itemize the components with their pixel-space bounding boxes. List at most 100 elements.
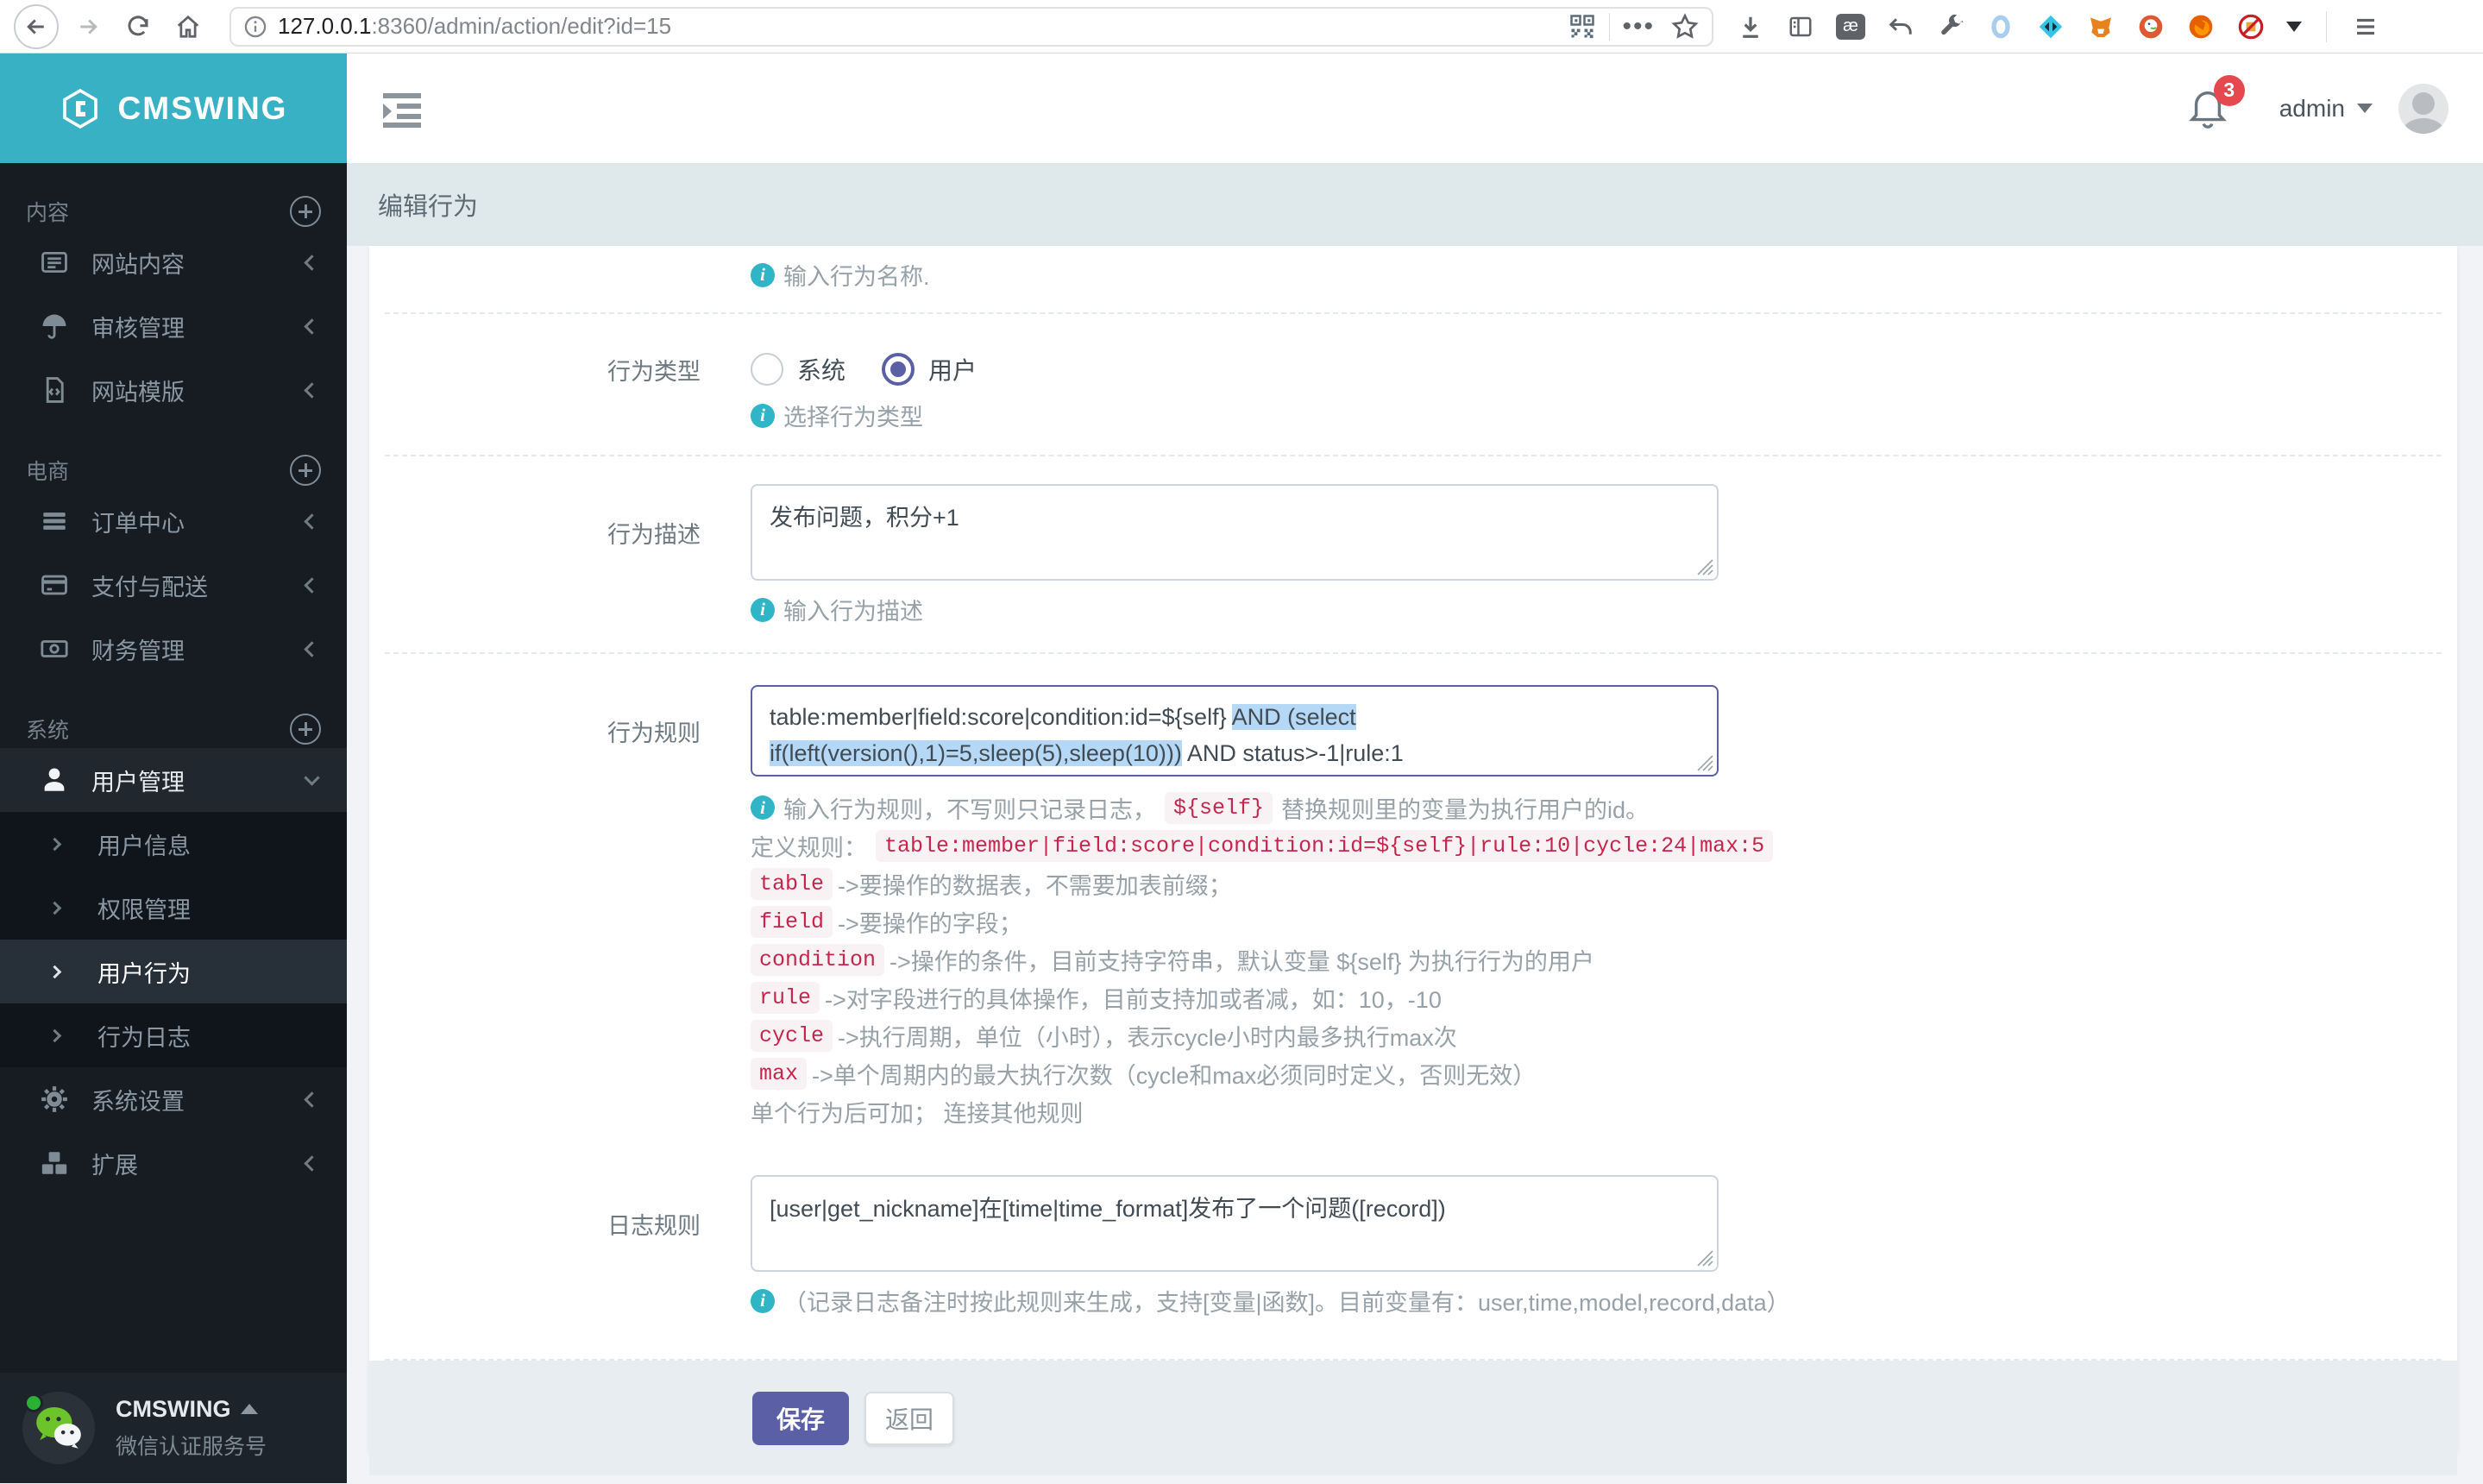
sidebar-subitem-action-logs[interactable]: 行为日志 <box>0 1003 347 1067</box>
page-title: 编辑行为 <box>378 193 479 221</box>
rule-help-line: rule ->对字段进行的具体操作，目前支持加或者减，如：10，-10 <box>751 980 2457 1015</box>
selected-text: AND (select <box>1231 704 1356 730</box>
desc-textarea[interactable]: 发布问题，积分+1 <box>751 484 1719 581</box>
rule-textarea[interactable]: table:member|field:score|condition:id=${… <box>751 685 1719 777</box>
info-icon: i <box>751 597 775 622</box>
log-label: 日志规则 <box>607 1212 701 1239</box>
sidebar-subitem-label: 行为日志 <box>97 1024 191 1051</box>
brand-logo-icon <box>62 88 97 129</box>
sidebar-item-finance[interactable]: 财务管理 <box>0 617 347 681</box>
back-button[interactable] <box>14 3 59 49</box>
duckduckgo-extension-icon[interactable] <box>2136 12 2166 41</box>
wrench-icon[interactable] <box>1936 12 1965 41</box>
qr-code-icon[interactable] <box>1568 12 1597 41</box>
browser-menu-icon[interactable] <box>2351 12 2380 41</box>
sidebar-item-system-settings[interactable]: 系统设置 <box>0 1067 347 1131</box>
section-add-icon[interactable] <box>290 455 321 486</box>
toolbar-separator <box>2326 10 2327 42</box>
sidebar-item-orders[interactable]: 订单中心 <box>0 489 347 553</box>
chevron-right-icon <box>47 901 62 915</box>
sidebar-nav: 内容 网站内容 审核管理 网站模版 电商 订单中心 支付与配送 财务管理 系统 … <box>0 163 347 1373</box>
forward-button[interactable] <box>67 6 109 47</box>
sidebar-subitem-label: 用户信息 <box>97 833 191 859</box>
sidebar-item-review[interactable]: 审核管理 <box>0 294 347 358</box>
sidebar-subitem-user-actions[interactable]: 用户行为 <box>0 940 347 1003</box>
sidebar-item-payment[interactable]: 支付与配送 <box>0 553 347 617</box>
avatar[interactable] <box>2398 83 2448 134</box>
sidebar-item-label: 系统设置 <box>91 1088 185 1115</box>
info-icon: i <box>751 1288 775 1313</box>
newspaper-icon <box>40 248 69 277</box>
undo-icon[interactable] <box>1886 12 1915 41</box>
blue-oval-extension-icon[interactable] <box>1986 12 2015 41</box>
blocker-extension-icon[interactable] <box>2236 12 2266 41</box>
file-code-icon <box>40 375 69 405</box>
reload-icon <box>128 15 148 35</box>
back-icon <box>27 18 44 35</box>
url-text: 127.0.0.1:8360/admin/action/edit?id=15 <box>278 13 672 39</box>
sidebar-item-label: 网站模版 <box>91 379 185 406</box>
wechat-avatar <box>22 1392 95 1464</box>
radio-system[interactable] <box>751 353 783 386</box>
ae-extension-icon[interactable]: æ <box>1836 13 1865 40</box>
sidebar-item-user-management[interactable]: 用户管理 <box>0 748 347 812</box>
back-button-form[interactable]: 返回 <box>864 1391 954 1445</box>
name-help: i 输入行为名称. <box>751 258 2457 292</box>
sidebar-item-label: 财务管理 <box>91 638 185 664</box>
forward-icon <box>80 18 97 35</box>
info-icon: i <box>751 403 775 428</box>
home-icon <box>177 15 199 38</box>
code-token: ${self} <box>1165 791 1273 824</box>
code-token: max <box>751 1057 808 1090</box>
radio-user[interactable] <box>882 353 915 386</box>
sidebar-subitem-permissions[interactable]: 权限管理 <box>0 876 347 940</box>
sidebar-item-site-content[interactable]: 网站内容 <box>0 230 347 294</box>
sidebar-panel-icon[interactable] <box>1786 12 1815 41</box>
rule-help-line: table ->要操作的数据表，不需要加表前缀； <box>751 866 2457 901</box>
bookmark-star-icon[interactable] <box>1670 12 1700 41</box>
resize-grip-icon[interactable] <box>1694 752 1713 771</box>
save-button[interactable]: 保存 <box>752 1391 849 1445</box>
chevron-down-icon <box>304 769 320 786</box>
log-textarea[interactable]: [user|get_nickname]在[time|time_format]发布… <box>751 1175 1719 1272</box>
chevron-left-icon <box>304 1091 320 1108</box>
sidebar-toggle-button[interactable] <box>381 90 423 128</box>
user-menu-name[interactable]: admin <box>2279 95 2345 123</box>
page-actions-icon[interactable]: ••• <box>1622 13 1655 40</box>
chevron-right-icon <box>47 1028 62 1042</box>
rule-help-line: cycle ->执行周期，单位（小时），表示cycle小时内最多执行max次 <box>751 1018 2457 1053</box>
sidebar-item-templates[interactable]: 网站模版 <box>0 358 347 422</box>
chevron-right-icon <box>47 965 62 978</box>
code-token: table:member|field:score|condition:id=${… <box>876 829 1774 862</box>
section-add-icon[interactable] <box>290 196 321 227</box>
resize-grip-icon[interactable] <box>1694 556 1713 575</box>
brand[interactable]: CMSWING <box>0 53 347 163</box>
rule-label: 行为规则 <box>607 720 701 746</box>
section-add-icon[interactable] <box>290 714 321 745</box>
log-row: 日志规则 [user|get_nickname]在[time|time_form… <box>369 1175 2457 1272</box>
sidebar-subitem-label: 用户行为 <box>97 960 191 987</box>
toolbar-overflow-caret[interactable] <box>2286 21 2302 32</box>
reload-button[interactable] <box>117 6 159 47</box>
sidebar-user-card[interactable]: CMSWING 微信认证服务号 <box>0 1373 347 1483</box>
sidebar-item-extensions[interactable]: 扩展 <box>0 1131 347 1195</box>
diamond-extension-icon[interactable] <box>2036 12 2065 41</box>
sidebar-subitem-label: 权限管理 <box>97 896 191 923</box>
home-button[interactable] <box>167 6 209 47</box>
info-icon: i <box>751 795 775 820</box>
brand-name: CMSWING <box>117 90 288 126</box>
notifications-button[interactable]: 3 <box>2188 74 2245 132</box>
money-bill-icon <box>40 634 69 663</box>
sidebar-subitem-user-info[interactable]: 用户信息 <box>0 812 347 876</box>
browser-toolbar: 127.0.0.1:8360/admin/action/edit?id=15 •… <box>0 0 2483 53</box>
resize-grip-icon[interactable] <box>1694 1248 1713 1267</box>
chevron-left-icon <box>304 1154 320 1172</box>
gear-icon <box>40 1085 69 1114</box>
url-bar[interactable]: 127.0.0.1:8360/admin/action/edit?id=15 •… <box>229 6 1713 47</box>
firefox-extension-icon[interactable] <box>2186 12 2216 41</box>
log-help: i （记录日志备注时按此规则来生成，支持[变量|函数]。目前变量有：user,t… <box>751 1284 2457 1317</box>
sidebar-item-label: 用户管理 <box>91 769 185 795</box>
downloads-icon[interactable] <box>1736 12 1765 41</box>
metamask-extension-icon[interactable] <box>2086 12 2115 41</box>
caret-down-icon <box>2357 104 2373 113</box>
